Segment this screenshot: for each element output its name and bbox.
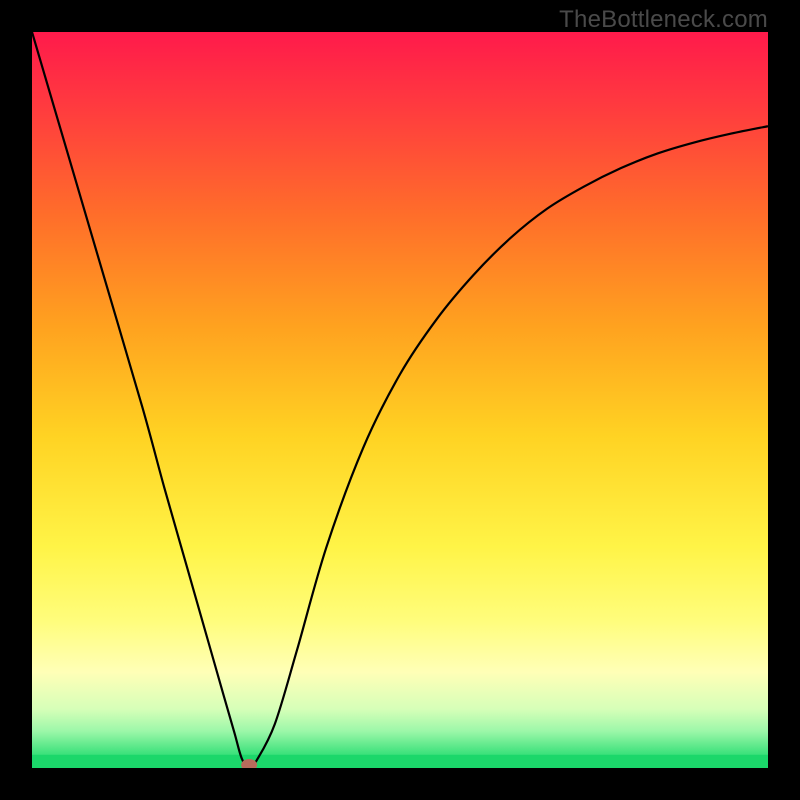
plot-area — [32, 32, 768, 768]
gradient-background — [32, 32, 768, 768]
watermark-text: TheBottleneck.com — [559, 6, 768, 34]
bottom-green-band — [32, 755, 768, 768]
chart-svg — [32, 32, 768, 768]
chart-frame: TheBottleneck.com — [0, 0, 800, 800]
